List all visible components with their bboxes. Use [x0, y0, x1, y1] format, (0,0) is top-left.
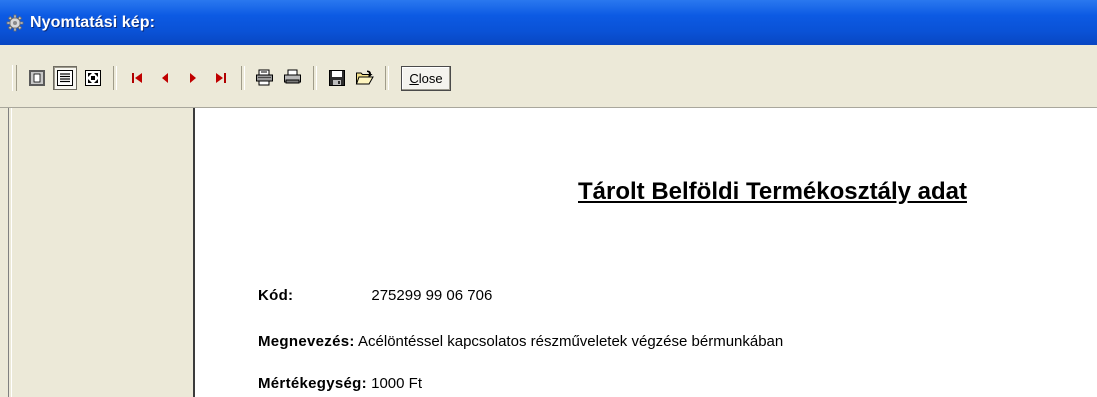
- next-page-icon: [190, 73, 196, 83]
- next-page-button[interactable]: [181, 66, 205, 90]
- field-label: Kód:: [258, 287, 294, 304]
- previous-page-button[interactable]: [153, 66, 177, 90]
- field-value: 1000 Ft: [366, 375, 422, 392]
- zoom-to-fit-icon: [85, 70, 101, 86]
- toolbar-separator: [313, 66, 317, 90]
- toolbar: Close: [0, 45, 1097, 108]
- page-width-view-icon: [57, 70, 73, 86]
- report-title: Tárolt Belföldi Termékosztály adat: [578, 178, 967, 205]
- save-icon: [329, 70, 345, 86]
- toolbar-separator: [241, 66, 245, 90]
- print-setup-button[interactable]: [253, 66, 277, 90]
- toolbar-grip[interactable]: [12, 65, 17, 91]
- close-button[interactable]: Close: [401, 65, 451, 91]
- print-button[interactable]: [281, 66, 305, 90]
- report-preview-page[interactable]: Tárolt Belföldi Termékosztály adat Kód: 2…: [195, 108, 1097, 397]
- field-label: Mértékegység:: [258, 375, 367, 392]
- previous-page-icon: [162, 73, 168, 83]
- print-setup-icon: [256, 69, 273, 86]
- window-title: Nyomtatási kép:: [30, 13, 156, 31]
- last-page-icon: [216, 73, 226, 83]
- page-width-view-button[interactable]: [53, 66, 77, 90]
- close-button-accelerator: C: [409, 70, 419, 86]
- field-row-mertekegyseg: Mértékegység: 1000 Ft: [258, 375, 422, 392]
- zoom-to-fit-button[interactable]: [81, 66, 105, 90]
- title-bar[interactable]: Nyomtatási kép:: [0, 0, 1097, 45]
- last-page-button[interactable]: [209, 66, 233, 90]
- save-button[interactable]: [325, 66, 349, 90]
- close-button-label: lose: [418, 70, 443, 86]
- open-icon: [355, 70, 374, 85]
- open-button[interactable]: [353, 66, 377, 90]
- one-page-view-button[interactable]: [25, 66, 49, 90]
- field-value: 275299 99 06 706: [371, 287, 493, 304]
- first-page-icon: [132, 73, 142, 83]
- page-thumbnail-panel: [0, 108, 195, 397]
- one-page-view-icon: [29, 70, 45, 86]
- print-icon: [284, 69, 301, 84]
- first-page-button[interactable]: [125, 66, 149, 90]
- app-gear-icon: [6, 14, 24, 32]
- field-row-kod: Kód: 275299 99 06 706: [258, 287, 492, 304]
- field-row-megnevezes: Megnevezés: Acélöntéssel kapcsolatos rés…: [258, 333, 783, 350]
- field-value: Acélöntéssel kapcsolatos részműveletek v…: [354, 333, 784, 350]
- panel-divider: [8, 108, 12, 397]
- field-label: Megnevezés:: [258, 333, 355, 350]
- toolbar-separator: [385, 66, 389, 90]
- toolbar-separator: [113, 66, 117, 90]
